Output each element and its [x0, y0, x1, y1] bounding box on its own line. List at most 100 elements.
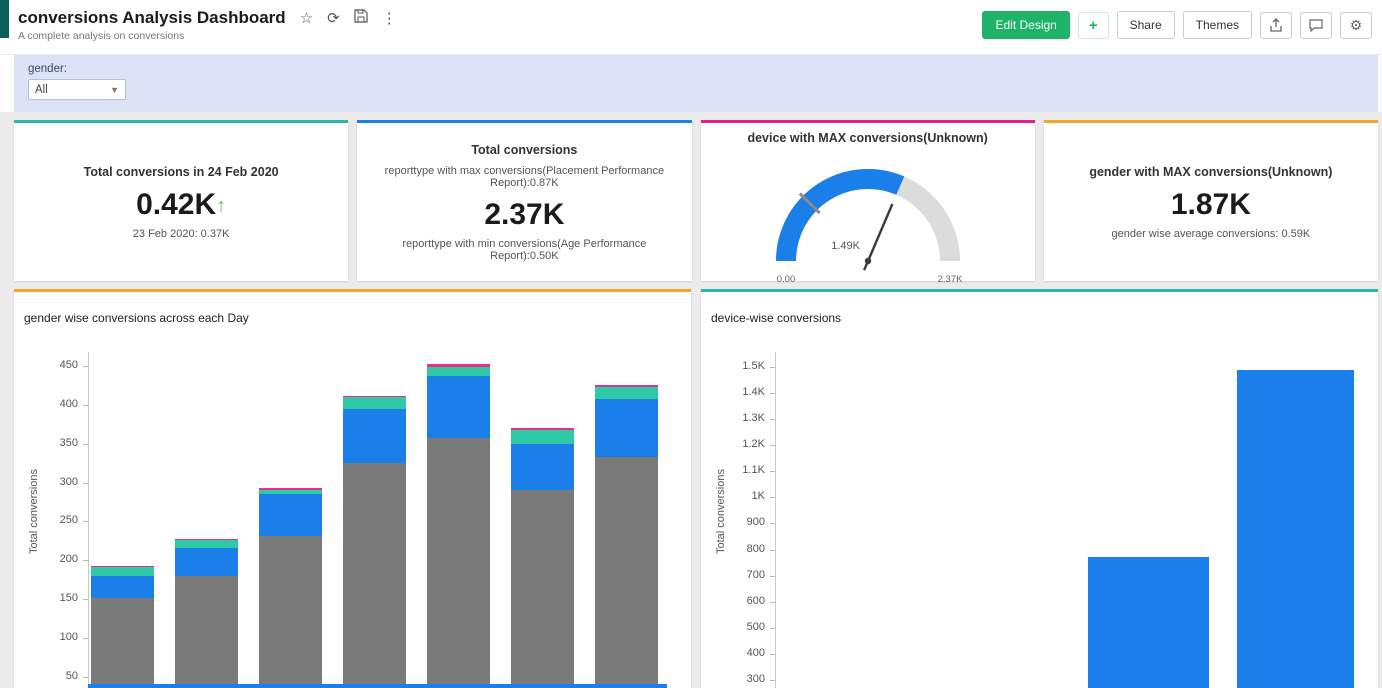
bar-segment[interactable] — [175, 575, 238, 688]
y-tick-label: 1.2K — [742, 438, 765, 451]
kpi-card-total-conversions-day: Total conversions in 24 Feb 2020 0.42K↑ … — [14, 120, 349, 281]
y-tick-label: 400 — [746, 646, 765, 659]
bar-segment[interactable] — [259, 535, 322, 688]
bar-segment[interactable] — [91, 597, 154, 688]
gender-filter-select[interactable]: All ▼ — [28, 79, 126, 100]
y-tick-label: 300 — [59, 475, 78, 488]
bar-segment[interactable] — [511, 428, 574, 430]
export-icon[interactable] — [1260, 11, 1292, 39]
bar[interactable] — [1088, 557, 1209, 688]
gauge-value-label: 1.49K — [831, 240, 860, 252]
kpi-value: 0.42K↑ — [136, 187, 227, 221]
bar-segment[interactable] — [259, 488, 322, 490]
y-tick-label: 500 — [746, 620, 765, 633]
kpi-title: Total conversions in 24 Feb 2020 — [83, 164, 279, 179]
panel-title: gender wise conversions across each Day — [24, 311, 249, 325]
chevron-down-icon: ▼ — [110, 84, 119, 95]
gauge-max-label: 2.37K — [937, 274, 962, 285]
gauge-title: device with MAX conversions(Unknown) — [747, 131, 988, 145]
filter-band: gender: All ▼ — [14, 55, 1378, 112]
gear-icon[interactable]: ⚙ — [1340, 11, 1372, 39]
page-title: conversions Analysis Dashboard — [18, 8, 286, 27]
device-chart-panel: device-wise conversions Total conversion… — [701, 289, 1378, 688]
bar-segment[interactable] — [343, 408, 406, 464]
bar-segment[interactable] — [427, 376, 490, 438]
bar-segment[interactable] — [259, 489, 322, 495]
bar-segment[interactable] — [427, 364, 490, 367]
kpi-line-bottom: gender wise average conversions: 0.59K — [1111, 227, 1311, 240]
bar-segment[interactable] — [511, 443, 574, 491]
bar-segment[interactable] — [175, 547, 238, 576]
header: conversions Analysis Dashboard ☆ ⟳ ⋮ A c… — [0, 0, 1382, 55]
bar-segment[interactable] — [343, 397, 406, 409]
bar-segment[interactable] — [595, 398, 658, 457]
y-tick-label: 400 — [59, 397, 78, 410]
bar-segment[interactable] — [343, 395, 406, 398]
bar-segment[interactable] — [175, 540, 238, 548]
y-tick-label: 900 — [746, 516, 765, 529]
app-corner-strip — [0, 0, 9, 38]
y-tick-label: 100 — [59, 631, 78, 644]
y-tick-label: 150 — [59, 592, 78, 605]
y-tick-label: 1.4K — [742, 386, 765, 399]
save-icon[interactable] — [354, 9, 368, 27]
bar-segment[interactable] — [595, 456, 658, 688]
refresh-icon[interactable]: ⟳ — [327, 9, 340, 27]
gender-chart-plot — [88, 352, 667, 688]
kpi-card-gender-max: gender with MAX conversions(Unknown) 1.8… — [1043, 120, 1378, 281]
edit-design-button[interactable]: Edit Design — [982, 11, 1070, 39]
comment-icon[interactable] — [1300, 11, 1332, 39]
y-tick-label: 700 — [746, 568, 765, 581]
share-button[interactable]: Share — [1116, 11, 1175, 39]
device-chart-ticks: 1.5K 1.4K 1.3K 1.2K 1.1K 1K 900 800 700 600 500 400… — [701, 352, 775, 688]
gauge-min-label: 0.00 — [776, 274, 795, 285]
bar-segment[interactable] — [91, 567, 154, 576]
bar-segment[interactable] — [343, 463, 406, 688]
kpi-compare: 23 Feb 2020: 0.37K — [132, 227, 230, 240]
y-tick-label: 200 — [59, 553, 78, 566]
dashboard-body: Total conversions in 24 Feb 2020 0.42K↑ … — [0, 112, 1382, 688]
bar[interactable] — [1237, 369, 1354, 688]
kpi-value: 2.37K — [484, 197, 565, 231]
kpi-line-top: reporttype with max conversions(Placemen… — [384, 164, 665, 189]
kpi-line-bottom: reporttype with min conversions(Age Perf… — [402, 237, 647, 262]
chart-scrollbar[interactable] — [88, 684, 667, 688]
bar-segment[interactable] — [511, 490, 574, 688]
y-tick-label: 350 — [59, 436, 78, 449]
y-tick-label: 1.5K — [742, 359, 765, 372]
bar-segment[interactable] — [91, 575, 154, 598]
y-tick-label: 1K — [751, 490, 765, 503]
add-button[interactable]: + — [1077, 11, 1109, 39]
y-tick-label: 1.3K — [742, 412, 765, 425]
y-tick-label: 50 — [65, 669, 78, 682]
kpi-title: Total conversions — [471, 142, 578, 157]
bar-segment[interactable] — [91, 565, 154, 568]
page-subtitle: A complete analysis on conversions — [18, 30, 185, 42]
bar-segment[interactable] — [427, 366, 490, 377]
kpi-card-device-gauge: device with MAX conversions(Unknown) 1.4… — [700, 120, 1035, 285]
bar-segment[interactable] — [259, 494, 322, 536]
trend-up-icon: ↑ — [216, 194, 227, 217]
y-tick-label: 300 — [746, 672, 765, 685]
panel-title: device-wise conversions — [711, 311, 842, 325]
y-tick-label: 250 — [59, 514, 78, 527]
more-options-icon[interactable]: ⋮ — [382, 9, 397, 27]
bar-segment[interactable] — [175, 538, 238, 541]
bar-segment[interactable] — [427, 437, 490, 688]
bar-segment[interactable] — [595, 385, 658, 387]
themes-button[interactable]: Themes — [1182, 11, 1252, 39]
gauge-chart[interactable]: 1.49K 0.00 2.37K — [728, 149, 1008, 289]
y-tick-label: 1.1K — [742, 464, 765, 477]
y-tick-label: 600 — [746, 594, 765, 607]
gender-filter-label: gender: — [28, 63, 68, 75]
kpi-title: gender with MAX conversions(Unknown) — [1089, 164, 1333, 179]
gender-filter-value: All — [35, 83, 48, 96]
kpi-card-total-conversions: Total conversions reporttype with max co… — [357, 120, 692, 281]
bar-segment[interactable] — [595, 387, 658, 399]
gender-day-chart-panel: gender wise conversions across each Day … — [14, 289, 691, 688]
bar-segment[interactable] — [511, 429, 574, 444]
y-tick-label: 800 — [746, 542, 765, 555]
device-chart-plot — [775, 352, 1354, 688]
favorite-star-icon[interactable]: ☆ — [300, 9, 313, 27]
gender-chart-ticks: 450 400 350 300 250 200 150 100 50 — [14, 352, 88, 688]
